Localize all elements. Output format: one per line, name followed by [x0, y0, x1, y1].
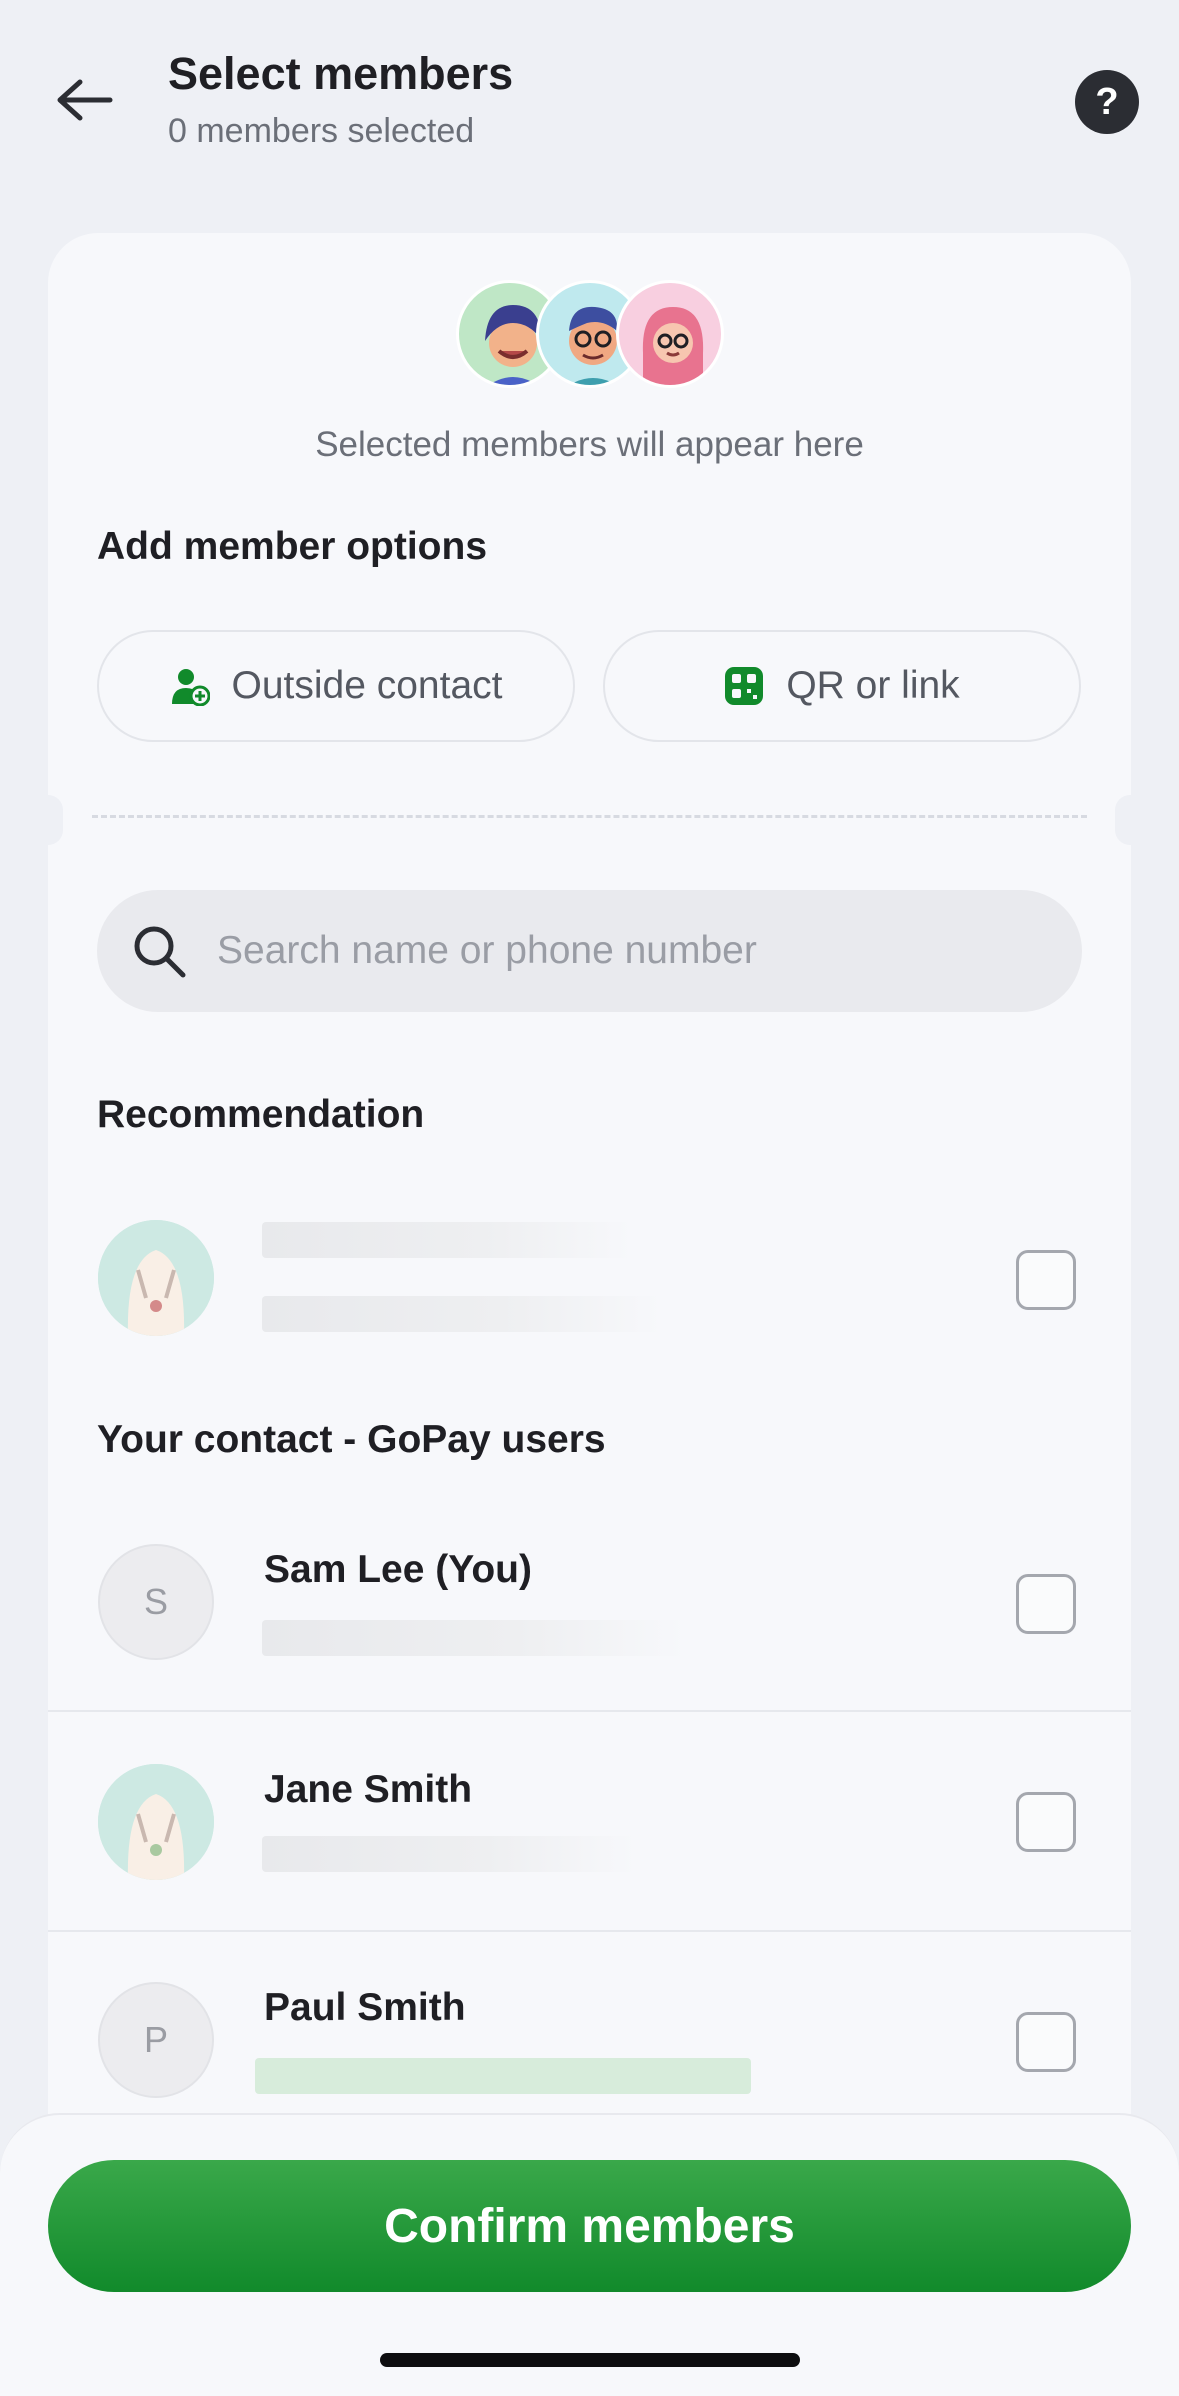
card-notch-left — [33, 795, 63, 845]
selected-members-hint: Selected members will appear here — [315, 425, 864, 464]
dashed-divider — [92, 815, 1087, 818]
avatar: S — [98, 1544, 214, 1660]
redacted-name — [262, 1222, 632, 1258]
recommendation-title: Recommendation — [97, 1093, 425, 1136]
qr-code-icon — [724, 666, 764, 706]
help-button[interactable]: ? — [1075, 70, 1139, 134]
card-notch-right — [1115, 795, 1145, 845]
qr-or-link-label: QR or link — [786, 664, 960, 707]
contact-name: Paul Smith — [264, 1986, 466, 2029]
search-input[interactable] — [217, 929, 1037, 973]
redacted-phone — [255, 2058, 751, 2094]
redacted-phone — [262, 1620, 686, 1656]
select-checkbox[interactable] — [1016, 1792, 1076, 1852]
confirm-members-button[interactable]: Confirm members — [48, 2160, 1131, 2292]
qr-or-link-button[interactable]: QR or link — [603, 630, 1081, 742]
question-icon: ? — [1095, 80, 1119, 123]
search-bar[interactable] — [97, 890, 1082, 1012]
placeholder-avatar-group — [456, 280, 726, 390]
header: Select members 0 members selected ? — [0, 0, 1179, 200]
contact-row[interactable]: S Sam Lee (You) — [48, 1512, 1131, 1712]
arrow-left-icon — [57, 79, 113, 121]
add-person-icon — [170, 666, 210, 706]
outside-contact-button[interactable]: Outside contact — [97, 630, 575, 742]
contact-row[interactable]: P Paul Smith — [48, 1932, 1131, 2132]
contact-name: Sam Lee (You) — [264, 1548, 532, 1591]
outside-contact-label: Outside contact — [231, 664, 503, 707]
avatar — [98, 1220, 214, 1336]
contact-name: Jane Smith — [264, 1768, 473, 1811]
avatar-illustration-hijab — [616, 280, 724, 388]
home-indicator — [380, 2353, 800, 2367]
select-checkbox[interactable] — [1016, 2012, 1076, 2072]
page-title: Select members — [168, 48, 514, 99]
search-icon — [127, 919, 191, 983]
add-member-options-title: Add member options — [97, 525, 488, 568]
select-checkbox[interactable] — [1016, 1250, 1076, 1310]
back-button[interactable] — [48, 70, 120, 130]
redacted-phone — [262, 1296, 662, 1332]
avatar — [98, 1764, 214, 1880]
contact-row[interactable]: Jane Smith — [48, 1712, 1131, 1932]
select-members-screen: Select members 0 members selected ? Sele… — [0, 0, 1179, 2396]
selected-count: 0 members selected — [168, 112, 475, 150]
redacted-phone — [262, 1836, 636, 1872]
contacts-title: Your contact - GoPay users — [97, 1418, 606, 1461]
select-checkbox[interactable] — [1016, 1574, 1076, 1634]
recommendation-row[interactable] — [48, 1200, 1131, 1360]
avatar: P — [98, 1982, 214, 2098]
